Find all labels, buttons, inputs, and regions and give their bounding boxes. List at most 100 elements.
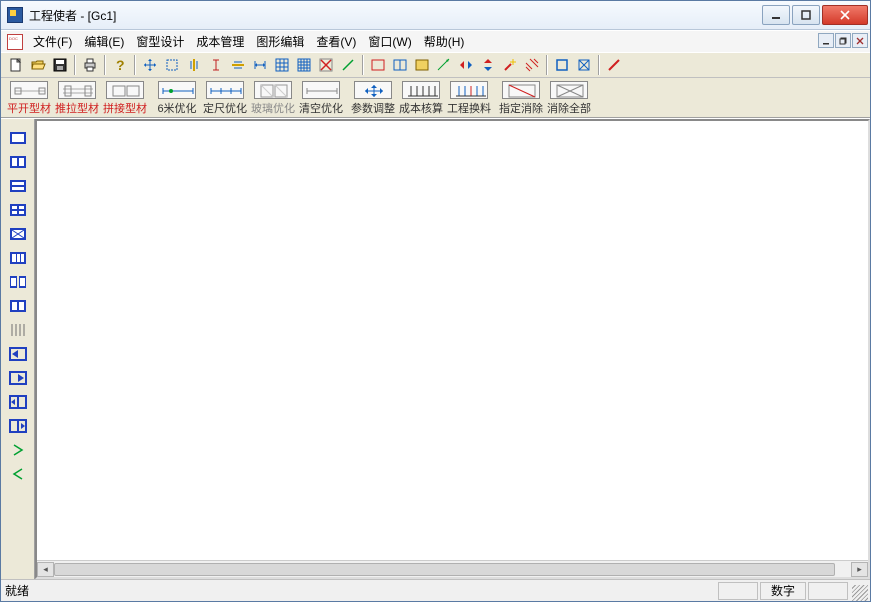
open-button[interactable] [28,55,48,75]
cut-vertical-tool[interactable] [184,55,204,75]
grid2-tool[interactable] [294,55,314,75]
mdi-close-button[interactable] [852,33,868,48]
shape-15-button[interactable] [7,465,29,483]
save-button[interactable] [50,55,70,75]
help-button[interactable]: ? [110,55,130,75]
shape-8-button[interactable] [7,297,29,315]
cut-v-icon [186,57,202,73]
delete-grid-icon [318,57,334,73]
hatch-tool[interactable] [522,55,542,75]
mdi-restore-button[interactable] [835,33,851,48]
grid-tool[interactable] [272,55,292,75]
maximize-button[interactable] [792,5,820,25]
menu-window[interactable]: 窗口(W) [362,31,417,52]
remove-selected-button[interactable]: 指定消除 [498,81,544,117]
drawing-canvas[interactable] [37,121,868,560]
clear-optimize-icon [302,81,340,99]
shape-2-button[interactable] [7,153,29,171]
scroll-track[interactable] [54,562,851,577]
title-bar[interactable]: 工程使者 - [Gc1] [1,1,870,30]
toolbar-separator [598,55,600,75]
flip-v-tool[interactable] [478,55,498,75]
remove-all-button[interactable]: 消除全部 [546,81,592,117]
effect-tool[interactable] [500,55,520,75]
print-button[interactable] [80,55,100,75]
shape-icon [8,154,28,170]
shape-3-button[interactable] [7,177,29,195]
shape-5-button[interactable] [7,225,29,243]
line-tool[interactable] [338,55,358,75]
menu-help[interactable]: 帮助(H) [418,31,471,52]
flip-h-tool[interactable] [456,55,476,75]
close-button[interactable] [822,5,868,25]
shape-icon [8,370,28,386]
rect-double-tool[interactable] [390,55,410,75]
shape-12-button[interactable] [7,393,29,411]
canvas-area: ◂ ▸ [35,119,870,579]
menu-file[interactable]: 文件(F) [27,31,78,52]
cut-horizontal-tool[interactable] [228,55,248,75]
menu-window-design[interactable]: 窗型设计 [130,31,190,52]
horizontal-scrollbar[interactable]: ◂ ▸ [37,560,868,577]
new-button[interactable] [6,55,26,75]
menu-view[interactable]: 查看(V) [310,31,362,52]
red-line-tool[interactable] [604,55,624,75]
mdi-minimize-button[interactable] [818,33,834,48]
shape-9-button[interactable] [7,321,29,339]
blue-x-tool[interactable] [574,55,594,75]
optimize-glass-button[interactable]: 玻璃优化 [250,81,296,117]
shape-icon [8,418,28,434]
clear-optimize-button[interactable]: 清空优化 [298,81,344,117]
optimize-fixed-button[interactable]: 定尺优化 [202,81,248,117]
menu-cost[interactable]: 成本管理 [190,31,250,52]
status-pane-numlock: 数字 [760,582,806,600]
toolbar-separator [104,55,106,75]
profile-swing-icon [10,81,48,99]
blue-rect-tool[interactable] [552,55,572,75]
material-swap-button[interactable]: 工程换料 [446,81,492,117]
delete-grid-tool[interactable] [316,55,336,75]
profile-join-button[interactable]: 拼接型材 [102,81,148,117]
grid-icon [274,57,290,73]
shape-4-button[interactable] [7,201,29,219]
rect-fill-tool[interactable] [412,55,432,75]
shape-13-button[interactable] [7,417,29,435]
optimize-6m-button[interactable]: 6米优化 [154,81,200,117]
main-area: ◂ ▸ [1,118,870,579]
side-toolbar [1,119,35,579]
stretch-tool[interactable] [434,55,454,75]
distance-tool[interactable] [250,55,270,75]
resize-grip[interactable] [852,585,868,601]
menu-graphic-edit[interactable]: 图形编辑 [250,31,310,52]
shape-7-button[interactable] [7,273,29,291]
menu-edit[interactable]: 编辑(E) [78,31,130,52]
steel-tool[interactable] [206,55,226,75]
param-adjust-button[interactable]: 参数调整 [350,81,396,117]
save-icon [52,57,68,73]
shape-11-button[interactable] [7,369,29,387]
move-tool[interactable] [140,55,160,75]
document-icon[interactable] [7,34,23,50]
shape-6-button[interactable] [7,249,29,267]
scroll-right-button[interactable]: ▸ [851,562,868,577]
select-icon [164,57,180,73]
rect-hollow-tool[interactable] [368,55,388,75]
minimize-button[interactable] [762,5,790,25]
toolbar-separator [546,55,548,75]
cost-calc-icon [402,81,440,99]
shape-10-button[interactable] [7,345,29,363]
grid2-icon [296,57,312,73]
cost-calc-button[interactable]: 成本核算 [398,81,444,117]
restore-icon [839,37,847,45]
optimize-glass-icon [254,81,292,99]
profile-swing-button[interactable]: 平开型材 [6,81,52,117]
shape-1-button[interactable] [7,129,29,147]
shape-icon [8,394,28,410]
scroll-thumb[interactable] [54,563,835,576]
shape-14-button[interactable] [7,441,29,459]
profile-sliding-button[interactable]: 推拉型材 [54,81,100,117]
scroll-left-button[interactable]: ◂ [37,562,54,577]
shape-icon [8,322,28,338]
shape-icon [8,466,28,482]
select-tool[interactable] [162,55,182,75]
